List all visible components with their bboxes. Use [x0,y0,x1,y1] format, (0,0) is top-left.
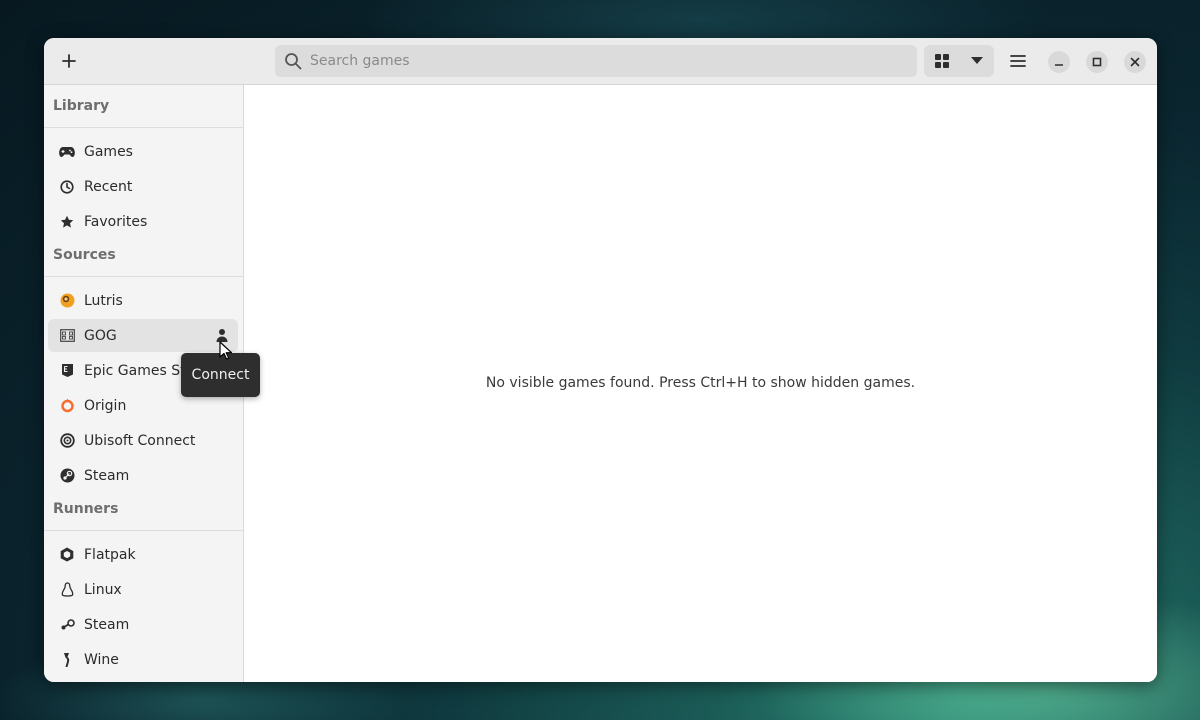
steam-icon [59,468,75,484]
sidebar-item-label: Ubisoft Connect [84,432,196,449]
sidebar-item-steam-runner[interactable]: Steam [48,608,238,641]
origin-icon [59,398,75,414]
sidebar-item-label: Steam [84,616,130,633]
chevron-down-icon [971,57,983,64]
minimize-button[interactable] [1048,51,1070,73]
sidebar-item-steam-source[interactable]: Steam [48,459,238,492]
sidebar-item-games[interactable]: Games [48,135,238,168]
maximize-icon [1092,57,1102,67]
epic-icon [59,363,75,379]
gamepad-icon [59,144,75,160]
lutris-icon [59,293,75,309]
lutris-window: Library Games Recent Favorites Sources L… [44,38,1157,682]
sidebar-item-wine[interactable]: Wine [48,643,238,676]
main-menu-button[interactable] [1002,45,1034,77]
grid-view-button[interactable] [924,45,960,77]
header-bar [44,38,1157,85]
wine-icon [59,652,75,668]
close-button[interactable] [1124,51,1146,73]
section-header-sources: Sources [53,247,116,263]
sidebar-item-label: Games [84,143,133,160]
star-icon [59,214,75,230]
mouse-cursor-icon [219,341,233,360]
sidebar-item-label: GOG [84,327,117,344]
sidebar-item-flatpak[interactable]: Flatpak [48,538,238,571]
sidebar-item-label: Origin [84,397,127,414]
divider [44,276,243,277]
flatpak-icon [59,547,75,563]
sidebar-item-recent[interactable]: Recent [48,170,238,203]
divider [44,127,243,128]
search-input[interactable] [308,45,902,77]
maximize-button[interactable] [1086,51,1108,73]
steam-icon [59,617,75,633]
plus-icon [62,54,76,68]
section-header-library: Library [53,98,110,114]
sidebar-item-label: Favorites [84,213,148,230]
linux-icon [59,582,75,598]
add-game-button[interactable] [54,45,84,77]
clock-icon [59,179,75,195]
sidebar-item-label: Wine [84,651,119,668]
view-options-dropdown[interactable] [960,45,994,77]
sidebar-item-label: Steam [84,467,130,484]
sidebar-item-ubisoft-connect[interactable]: Ubisoft Connect [48,424,238,457]
sidebar-item-favorites[interactable]: Favorites [48,205,238,238]
ubisoft-icon [59,433,75,449]
sidebar-item-label: Flatpak [84,546,136,563]
sidebar-item-label: Recent [84,178,133,195]
sidebar-item-label: Lutris [84,292,123,309]
empty-state-message: No visible games found. Press Ctrl+H to … [485,375,916,391]
search-icon [285,53,302,70]
view-toggle-group [924,45,994,77]
gog-icon [59,328,75,344]
sidebar-item-linux[interactable]: Linux [48,573,238,606]
sidebar-item-lutris[interactable]: Lutris [48,284,238,317]
section-header-runners: Runners [53,501,119,517]
hamburger-icon [1010,55,1026,67]
game-view: No visible games found. Press Ctrl+H to … [244,85,1157,682]
search-box[interactable] [275,45,917,77]
divider [44,530,243,531]
grid-icon [935,54,949,68]
minimize-icon [1055,64,1063,66]
sidebar-item-gog[interactable]: GOG [48,319,238,352]
close-icon [1130,57,1140,67]
sidebar-item-label: Linux [84,581,122,598]
